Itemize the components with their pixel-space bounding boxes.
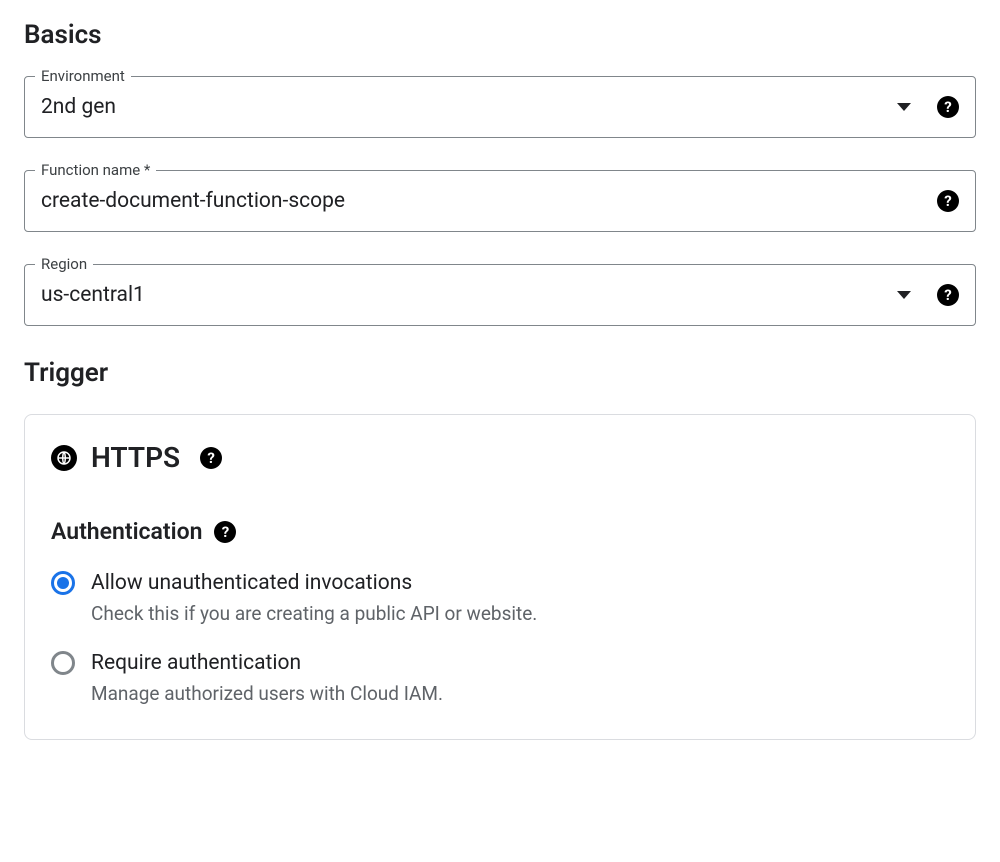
region-value: us-central1: [41, 283, 897, 307]
environment-select[interactable]: Environment 2nd gen ?: [24, 76, 976, 138]
environment-value: 2nd gen: [41, 95, 897, 119]
help-icon[interactable]: ?: [214, 521, 236, 543]
region-label-text: Region: [41, 255, 87, 273]
region-field-actions: ?: [897, 284, 959, 306]
function-name-field-actions: ?: [937, 190, 959, 212]
radio-text-group: Allow unauthenticated invocations Check …: [91, 569, 537, 629]
help-icon[interactable]: ?: [937, 96, 959, 118]
function-name-field-group: Function name * ?: [24, 170, 976, 232]
radio-description: Check this if you are creating a public …: [91, 600, 537, 629]
trigger-card: HTTPS ? Authentication ? Allow unauthent…: [24, 414, 976, 740]
radio-dot-icon: [57, 577, 69, 589]
authentication-header: Authentication ?: [51, 518, 949, 545]
environment-field-group: Environment 2nd gen ?: [24, 76, 976, 138]
radio-description: Manage authorized users with Cloud IAM.: [91, 680, 443, 709]
trigger-heading: Trigger: [24, 358, 976, 388]
region-field-group: Region us-central1 ?: [24, 264, 976, 326]
authentication-heading: Authentication: [51, 518, 202, 545]
chevron-down-icon[interactable]: [897, 103, 911, 111]
trigger-section: Trigger HTTPS ? Authentication ?: [24, 358, 976, 740]
radio-icon: [51, 571, 75, 595]
radio-label: Allow unauthenticated invocations: [91, 569, 537, 598]
environment-field-actions: ?: [897, 96, 959, 118]
radio-text-group: Require authentication Manage authorized…: [91, 649, 443, 709]
basics-section: Basics Environment 2nd gen ? Function na…: [24, 20, 976, 326]
function-name-label-text: Function name *: [41, 161, 150, 179]
function-name-input-wrapper: Function name * ?: [24, 170, 976, 232]
globe-icon: [51, 445, 77, 471]
basics-heading: Basics: [24, 20, 976, 50]
chevron-down-icon[interactable]: [897, 291, 911, 299]
radio-icon: [51, 651, 75, 675]
region-select[interactable]: Region us-central1 ?: [24, 264, 976, 326]
radio-require-authentication[interactable]: Require authentication Manage authorized…: [51, 649, 949, 709]
help-icon[interactable]: ?: [200, 447, 222, 469]
help-icon[interactable]: ?: [937, 284, 959, 306]
environment-label-text: Environment: [41, 67, 125, 85]
trigger-type-header: HTTPS ?: [51, 441, 949, 474]
trigger-type-label: HTTPS: [91, 441, 180, 474]
radio-label: Require authentication: [91, 649, 443, 678]
help-icon[interactable]: ?: [937, 190, 959, 212]
environment-label: Environment: [35, 67, 131, 85]
region-label: Region: [35, 255, 93, 273]
function-name-label: Function name *: [35, 161, 156, 179]
radio-allow-unauthenticated[interactable]: Allow unauthenticated invocations Check …: [51, 569, 949, 629]
function-name-input[interactable]: [41, 189, 937, 213]
